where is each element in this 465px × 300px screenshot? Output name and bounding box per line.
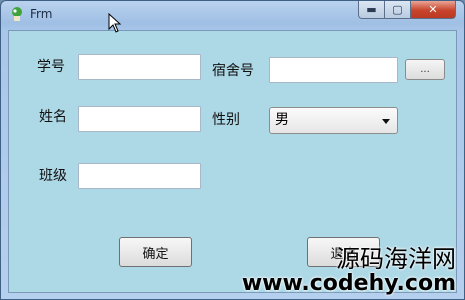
name-input[interactable] bbox=[78, 106, 201, 132]
app-icon bbox=[12, 7, 22, 21]
title-bar[interactable]: Frm ▬ ▢ ✕ bbox=[1, 1, 464, 29]
dorm-no-label: 宿舍号 bbox=[212, 63, 254, 79]
mouse-cursor-icon bbox=[108, 13, 122, 33]
app-window: Frm ▬ ▢ ✕ 学号 宿舍号 ... 姓名 性别 男 班级 确定 退出 源码… bbox=[0, 0, 465, 300]
close-button[interactable]: ✕ bbox=[411, 1, 456, 19]
dorm-no-input[interactable] bbox=[269, 57, 398, 83]
student-id-label: 学号 bbox=[37, 59, 65, 75]
gender-select-value: 男 bbox=[275, 112, 289, 128]
watermark: 源码海洋网 www.codehy.com bbox=[241, 244, 456, 296]
window-title: Frm bbox=[30, 7, 53, 21]
minimize-button[interactable]: ▬ bbox=[358, 1, 385, 19]
gender-select[interactable]: 男 bbox=[269, 107, 398, 134]
watermark-title: 源码海洋网 bbox=[336, 244, 456, 273]
watermark-url: www.codehy.com bbox=[241, 270, 456, 296]
student-id-input[interactable] bbox=[78, 54, 201, 80]
class-input[interactable] bbox=[78, 163, 201, 189]
name-label: 姓名 bbox=[39, 109, 67, 125]
chevron-down-icon bbox=[382, 119, 390, 124]
class-label: 班级 bbox=[39, 168, 67, 184]
caption-buttons: ▬ ▢ ✕ bbox=[358, 1, 456, 19]
browse-button[interactable]: ... bbox=[405, 59, 445, 80]
maximize-button[interactable]: ▢ bbox=[385, 1, 411, 19]
confirm-button[interactable]: 确定 bbox=[119, 237, 192, 267]
gender-label: 性别 bbox=[212, 112, 240, 128]
